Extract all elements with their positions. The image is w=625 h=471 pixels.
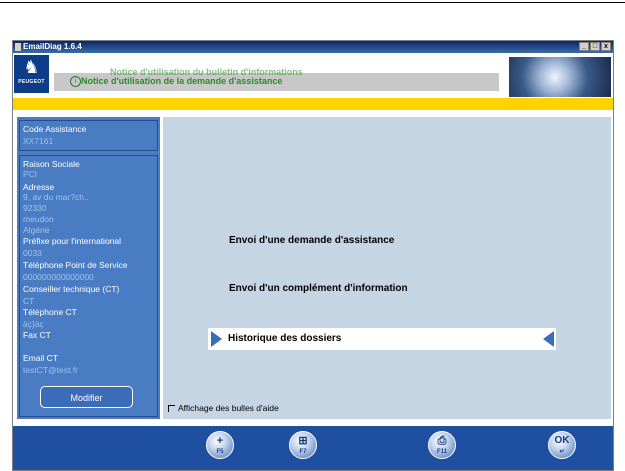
peugeot-logo: ♞ PEUGEOT [14, 55, 49, 93]
raison-sociale-label: Raison Sociale [23, 159, 80, 169]
email-ct-label: Email CT [23, 353, 58, 363]
f5-add-button[interactable]: + F5 [206, 431, 234, 459]
ct-label: Conseiller technique (CT) [23, 284, 120, 294]
code-assistance-value: XX7161 [23, 136, 54, 146]
notice-link[interactable]: Notice d'utilisation de la demande d'ass… [81, 76, 282, 86]
edit-icon: ⊞ [298, 435, 308, 447]
lion-icon: ♞ [23, 57, 40, 77]
code-assistance-label: Code Assistance [23, 124, 87, 134]
enter-key-label: ↵ [559, 449, 565, 455]
sidebar: Code Assistance XX7161 Raison Sociale PC… [17, 117, 160, 419]
header: ♞ PEUGEOT Notice d'utilisation du bullet… [13, 53, 613, 98]
help-bubbles-checkbox[interactable]: Affichage des bulles d'aide [168, 403, 279, 413]
dealer-info-box: Raison Sociale PCI Adresse 9, av du mar?… [19, 155, 158, 417]
banner-image [509, 57, 611, 97]
adresse-line1: 9, av du mar?ch.. [23, 192, 89, 202]
arrow-right-icon [211, 331, 222, 347]
fax-ct-label: Fax CT [23, 330, 51, 340]
phone-ct-label: Téléphone CT [23, 307, 77, 317]
print-icon: ⎙ [437, 435, 447, 447]
checkbox-icon[interactable] [168, 405, 175, 413]
close-button[interactable]: x [601, 42, 611, 51]
send-additional-info-option[interactable]: Envoi d'un complément d'information [229, 283, 408, 294]
history-option[interactable]: Historique des dossiers [208, 328, 556, 350]
window-title: EmailDiag 1.6.4 [23, 42, 82, 51]
raison-sociale-value: PCI [23, 169, 38, 179]
adresse-postcode: 92330 [23, 203, 47, 213]
yellow-stripe [13, 98, 613, 110]
main-panel: Envoi d'une demande d'assistance Envoi d… [163, 117, 611, 419]
title-bar[interactable]: EmailDiag 1.6.4 _ □ x [13, 41, 613, 53]
modify-button[interactable]: Modifier [40, 386, 133, 408]
f11-key-label: F11 [436, 449, 447, 455]
f7-edit-button[interactable]: ⊞ F7 [289, 431, 317, 459]
prefix-value: 0033 [23, 248, 42, 258]
help-bubbles-label: Affichage des bulles d'aide [178, 403, 279, 413]
prefix-label: Préfixe pour l'international [23, 236, 122, 246]
f7-key-label: F7 [299, 449, 307, 455]
f11-print-button[interactable]: ⎙ F11 [428, 431, 456, 459]
phone-ct-value: äç}äç [23, 319, 44, 329]
arrow-left-icon [543, 331, 554, 347]
info-icon: i [70, 76, 81, 87]
adresse-country: Algérie [23, 225, 50, 235]
top-divider [0, 2, 625, 3]
logo-brand: PEUGEOT [18, 79, 45, 85]
notice-bar[interactable]: Notice d'utilisation du bulletin d'infor… [54, 67, 499, 91]
code-assistance-box: Code Assistance XX7161 [19, 120, 158, 151]
minimize-button[interactable]: _ [579, 42, 589, 51]
adresse-label: Adresse [23, 182, 55, 192]
white-stripe [13, 110, 613, 116]
ok-icon: OK [554, 435, 570, 446]
app-icon [15, 43, 21, 51]
ct-value: CT [23, 296, 35, 306]
f5-key-label: F5 [216, 449, 224, 455]
history-option-label: Historique des dossiers [228, 333, 342, 344]
phone-service-label: Téléphone Point de Service [23, 260, 128, 270]
add-icon: + [216, 435, 224, 447]
bottom-toolbar: + F5 ⊞ F7 ⎙ F11 OK ↵ [13, 426, 613, 470]
email-ct-value: testCT@test.fr [23, 365, 78, 375]
phone-service-value: 000000000000000 [23, 272, 94, 282]
app-window: EmailDiag 1.6.4 _ □ x ♞ PEUGEOT Notice d… [12, 40, 614, 471]
adresse-city: meudon [23, 214, 54, 224]
ok-button[interactable]: OK ↵ [548, 431, 576, 459]
maximize-button[interactable]: □ [590, 42, 600, 51]
send-assistance-request-option[interactable]: Envoi d'une demande d'assistance [229, 235, 394, 246]
window-controls: _ □ x [579, 42, 611, 51]
